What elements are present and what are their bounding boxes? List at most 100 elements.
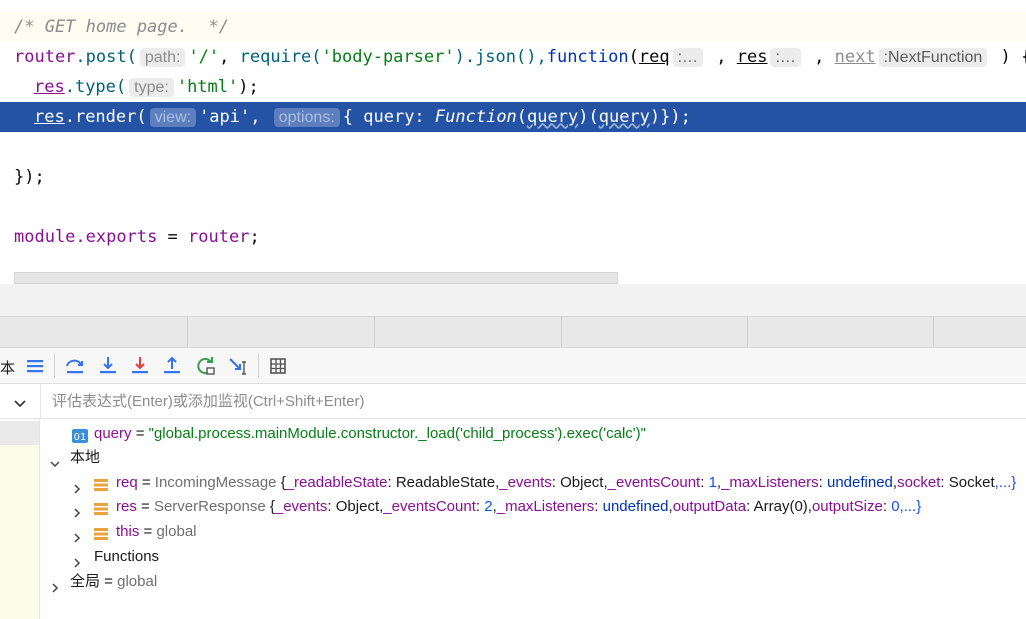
chevron-down-icon[interactable]: [14, 396, 26, 414]
param-hint-res: :…: [770, 48, 801, 67]
var-name: req: [116, 474, 138, 491]
variables-tree: 0 1 query = "global.process.mainModule.co…: [40, 419, 1026, 619]
code-line-comment[interactable]: /* GET home page. */: [0, 12, 1026, 42]
step-into-icon[interactable]: [96, 354, 120, 378]
var-type: ServerResponse: [153, 498, 270, 515]
var-name: res: [116, 498, 137, 515]
code-line-module-exports[interactable]: module.exports = router;: [0, 222, 1026, 252]
threads-list-icon[interactable]: [23, 354, 47, 378]
token-comma2: ,: [706, 47, 737, 67]
token-router: router: [14, 47, 76, 67]
functions-label: Functions: [94, 548, 160, 565]
evaluate-table-icon[interactable]: [266, 354, 290, 378]
chevron-right-icon[interactable]: [72, 527, 82, 543]
token-obj: { query:: [342, 107, 435, 127]
code-line-res-render-selected[interactable]: res.render(view:'api', options:{ query: …: [0, 102, 1026, 132]
frames-gutter: [0, 419, 40, 619]
variable-row-functions[interactable]: Functions: [40, 545, 1026, 569]
scope-global[interactable]: 全局 = global: [40, 570, 1026, 594]
field-name: _eventsCount: [383, 498, 476, 515]
field-value: Object: [335, 498, 380, 515]
comment-text: /* GET home page. */: [14, 17, 229, 37]
force-step-into-icon[interactable]: [128, 354, 152, 378]
expand-more[interactable]: ,...}: [900, 498, 922, 515]
token-end: );: [238, 77, 259, 97]
param-hint-type: type:: [129, 78, 174, 97]
chevron-right-icon[interactable]: [72, 552, 82, 568]
field-name: _readableState: [285, 474, 388, 491]
token-slash: '/': [188, 47, 220, 67]
toolbar-separator: [258, 354, 259, 378]
token-json: ).json(),: [454, 47, 547, 67]
var-value: "global.process.mainModule.constructor._…: [148, 425, 646, 442]
step-out-icon[interactable]: [160, 354, 184, 378]
token-p2: )(: [578, 107, 599, 127]
field-value: undefined: [826, 474, 893, 491]
var-eq: =: [131, 425, 149, 442]
token-comma3: ,: [803, 47, 835, 67]
tab-divider: [747, 317, 748, 347]
param-hint-req: :…: [672, 48, 704, 67]
selected-frame[interactable]: [0, 421, 39, 445]
field-name: _eventsCount: [607, 474, 701, 491]
chevron-right-icon[interactable]: [50, 577, 60, 593]
token-paren: (: [628, 47, 639, 67]
token-res: res: [34, 107, 65, 127]
code-line-close[interactable]: });: [0, 162, 1026, 192]
chevron-down-icon[interactable]: [50, 453, 60, 468]
restart-frame-icon[interactable]: [194, 354, 218, 378]
token-eq: =: [157, 227, 189, 247]
param-hint-view: view:: [149, 108, 197, 127]
variable-row-req[interactable]: req = IncomingMessage {_readableState: R…: [40, 471, 1026, 495]
toolbar-separator: [54, 354, 55, 378]
field-name: outputData: [672, 498, 747, 515]
field-name: _events: [499, 474, 552, 491]
param-hint-path: path:: [139, 48, 186, 67]
field-name: _maxListeners: [721, 474, 819, 491]
field-value: Array(0): [753, 498, 808, 515]
variable-row-query[interactable]: 01 query = "global.process.mainModule.co…: [40, 422, 1026, 446]
param-hint-next: :NextFunction: [878, 48, 988, 67]
horizontal-scrollbar[interactable]: [14, 272, 618, 284]
field-value: 0: [891, 498, 900, 515]
var-type: IncomingMessage: [154, 474, 281, 491]
token-res: res: [736, 47, 768, 67]
code-editor[interactable]: /* GET home page. */ router.post(path: '/…: [0, 0, 1026, 284]
token-comma: ,: [250, 107, 271, 127]
var-name: query: [94, 425, 132, 442]
token-end: )});: [649, 107, 691, 127]
field-value: Socket: [948, 474, 995, 491]
token-res: res: [34, 77, 65, 97]
token-api: 'api': [199, 107, 251, 127]
scope-label: 本地: [70, 449, 101, 466]
step-over-icon[interactable]: [63, 354, 87, 378]
frame-list[interactable]: [0, 445, 39, 619]
debug-toolbar: 本: [0, 348, 1026, 384]
tab-divider: [187, 317, 188, 347]
token-next: next: [834, 47, 876, 67]
evaluate-expression-input[interactable]: [40, 384, 1026, 418]
chevron-right-icon[interactable]: [72, 478, 82, 494]
var-eq: =: [100, 573, 118, 590]
scope-local[interactable]: 本地: [40, 446, 1026, 470]
token-query2: query: [598, 107, 650, 127]
token-router: router: [188, 227, 250, 247]
token-type: .type(: [64, 77, 127, 97]
token-body-parser: 'body-parser': [321, 47, 455, 67]
field-value: Object: [560, 474, 604, 491]
variable-row-this[interactable]: this = global: [40, 520, 1026, 544]
field-value: 1: [708, 474, 717, 491]
variable-row-res[interactable]: res = ServerResponse {_events: Object,_e…: [40, 495, 1026, 519]
field-value: 2: [484, 498, 493, 515]
token-close: });: [14, 167, 45, 187]
token-html: 'html': [176, 77, 239, 97]
chevron-right-icon[interactable]: [72, 502, 82, 518]
run-to-cursor-icon[interactable]: [227, 354, 251, 378]
expand-more[interactable]: ,...}: [995, 474, 1017, 491]
code-line-res-type[interactable]: res.type(type:'html');: [0, 72, 1026, 102]
token-exports: .exports: [75, 227, 158, 247]
token-query1: query: [527, 107, 579, 127]
code-line-router-post[interactable]: router.post(path: '/', require('body-pars…: [0, 42, 1026, 72]
field-name: _maxListeners: [496, 498, 595, 515]
tab-divider: [933, 317, 934, 347]
